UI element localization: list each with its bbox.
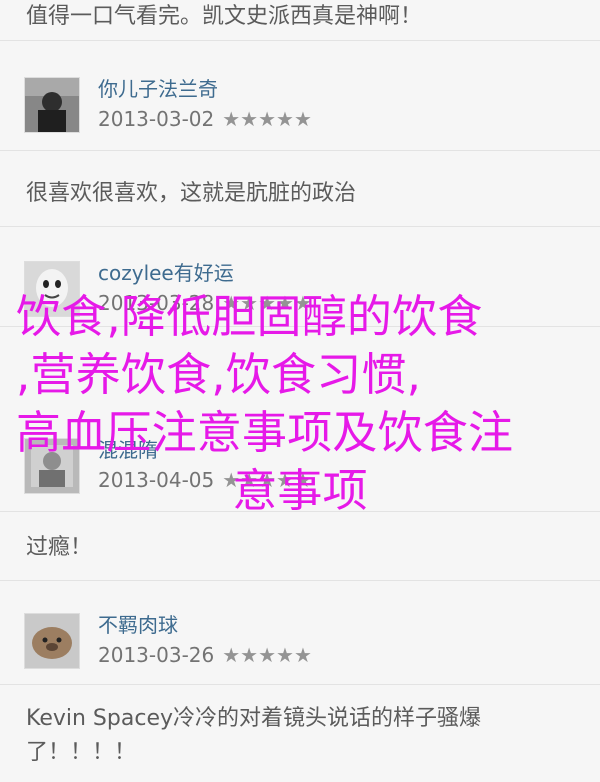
avatar[interactable] (24, 77, 80, 133)
review-username[interactable]: cozylee有好运 (98, 257, 234, 286)
divider (0, 684, 600, 685)
comment-line: 很喜欢很喜欢，这就是肮脏的政治 (26, 181, 357, 206)
comment-text: 过瘾！ (26, 531, 582, 565)
divider (0, 580, 600, 581)
divider (0, 226, 600, 227)
review-date: 2013-03-26 (98, 643, 215, 667)
overlay-line: 高血压注意事项及饮食注 (16, 406, 514, 459)
review-card[interactable]: 你儿子法兰奇 2013-03-02 ★★★★★ (24, 77, 584, 135)
divider (0, 150, 600, 151)
comment-line: 过瘾！ (26, 535, 93, 560)
review-username[interactable]: 你儿子法兰奇 (98, 73, 218, 102)
comment-text: Kevin Spacey冷冷的对着镜头说话的样子骚爆 了！！！！ (26, 702, 582, 770)
avatar-image (25, 614, 79, 668)
avatar-image (25, 78, 79, 132)
review-date: 2013-03-02 (98, 107, 215, 131)
comment-text: 很喜欢很喜欢，这就是肮脏的政治 (26, 177, 582, 211)
star-icon: ★★★★★ (222, 643, 312, 667)
promo-overlay-title: 饮食,降低胆固醇的饮食 ,营养饮食,饮食习惯, 高血压注意事项及饮食注 意事项 (16, 288, 584, 520)
comment-line: Kevin Spacey冷冷的对着镜头说话的样子骚爆 (26, 706, 481, 731)
review-meta: 2013-03-26 ★★★★★ (98, 641, 312, 669)
review-card[interactable]: 不羁肉球 2013-03-26 ★★★★★ (24, 613, 584, 671)
divider (0, 40, 600, 41)
avatar[interactable] (24, 613, 80, 669)
overlay-line: ,营养饮食,饮食习惯, (16, 348, 422, 401)
comment-text: 值得一口气看完。凯文史派西真是神啊！ (26, 0, 582, 34)
comment-line: 值得一口气看完。凯文史派西真是神啊！ (26, 4, 423, 29)
overlay-line: 意事项 (232, 464, 368, 517)
review-username[interactable]: 不羁肉球 (98, 609, 178, 638)
overlay-line: 饮食,降低胆固醇的饮食 (16, 290, 483, 343)
star-icon: ★★★★★ (222, 107, 312, 131)
review-meta: 2013-03-02 ★★★★★ (98, 105, 312, 133)
comment-line: 了！！！！ (26, 740, 137, 765)
